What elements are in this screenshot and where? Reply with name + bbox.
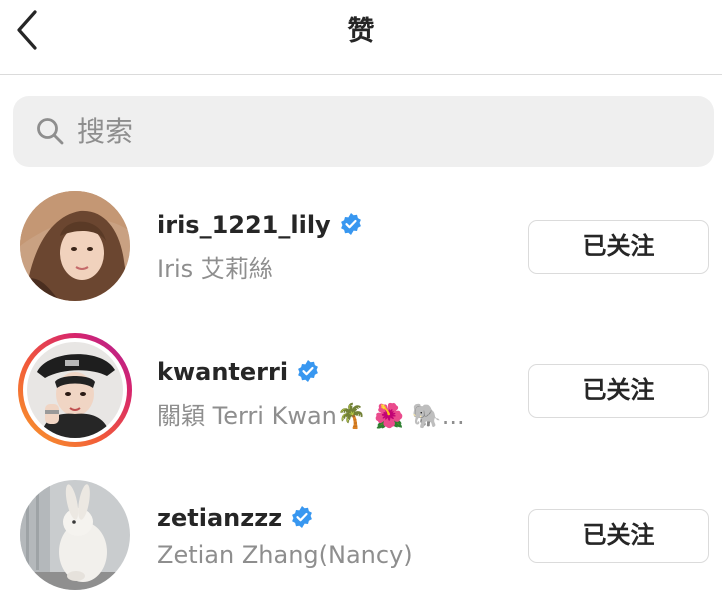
top-bar: 赞 bbox=[0, 0, 722, 75]
following-button[interactable]: 已关注 bbox=[528, 364, 709, 418]
full-name: Iris 艾莉絲 bbox=[157, 255, 273, 283]
username[interactable]: zetianzzz bbox=[157, 504, 314, 532]
avatar[interactable] bbox=[18, 189, 132, 303]
search-icon bbox=[37, 118, 64, 145]
avatar-story-ring[interactable] bbox=[18, 333, 132, 447]
full-name: 關穎 Terri Kwan🌴 🌺 🐘... bbox=[157, 402, 465, 430]
verified-badge-icon bbox=[292, 506, 313, 528]
username[interactable]: iris_1221_lily bbox=[157, 211, 363, 239]
following-button[interactable]: 已关注 bbox=[528, 509, 709, 563]
list-item[interactable]: iris_1221_lily Iris 艾莉絲 已关注 bbox=[0, 181, 722, 311]
avatar[interactable] bbox=[18, 478, 132, 592]
username[interactable]: kwanterri bbox=[157, 358, 320, 386]
verified-badge-icon bbox=[340, 213, 361, 235]
search-input[interactable] bbox=[77, 96, 677, 167]
avatar-photo bbox=[20, 191, 130, 301]
search-bar[interactable] bbox=[13, 96, 714, 167]
avatar-photo bbox=[27, 342, 123, 438]
full-name: Zetian Zhang(Nancy) bbox=[157, 541, 413, 569]
list-item[interactable]: zetianzzz Zetian Zhang(Nancy) 已关注 bbox=[0, 470, 722, 600]
following-button[interactable]: 已关注 bbox=[528, 220, 709, 274]
page-title: 赞 bbox=[347, 16, 375, 47]
list-item[interactable]: kwanterri 關穎 Terri Kwan🌴 🌺 🐘... 已关注 bbox=[0, 325, 722, 455]
avatar-photo bbox=[20, 480, 130, 590]
verified-badge-icon bbox=[298, 360, 318, 382]
